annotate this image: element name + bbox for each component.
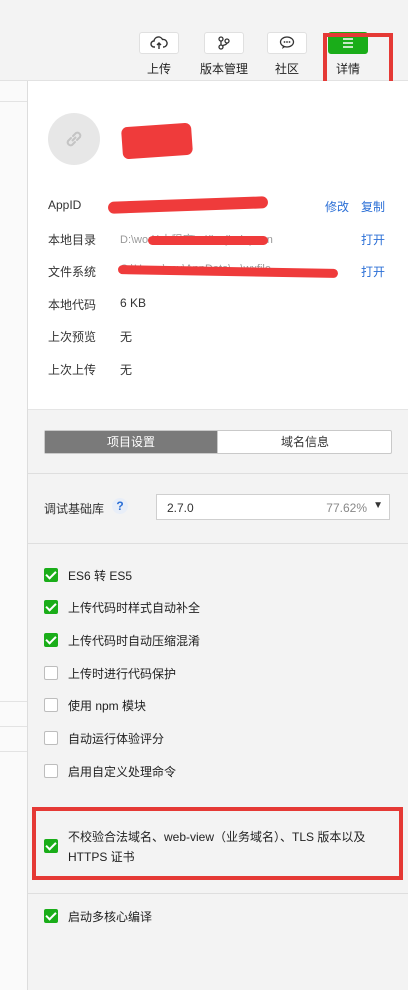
debug-lib-version: 2.7.0 xyxy=(167,501,194,515)
cloud-upload-icon xyxy=(139,32,179,54)
info-row-last-preview: 上次预览 无 xyxy=(48,326,393,346)
checkbox-label: ES6 转 ES5 xyxy=(68,569,133,583)
open-file-system-link[interactable]: 打开 xyxy=(361,263,385,280)
community-label: 社区 xyxy=(274,62,299,76)
info-key: 上次上传 xyxy=(48,363,97,377)
checkbox-npm[interactable] xyxy=(44,698,58,712)
checkbox-label: 上传代码时自动压缩混淆 xyxy=(68,634,201,648)
info-key: 文件系统 xyxy=(48,265,97,279)
checkbox-auto-audit[interactable] xyxy=(44,731,58,745)
project-avatar xyxy=(48,113,100,165)
tab-project-settings[interactable]: 项目设置 xyxy=(45,431,217,453)
upload-button[interactable]: 上传 xyxy=(131,32,187,77)
info-key: 上次预览 xyxy=(48,330,97,344)
info-row-last-upload: 上次上传 无 xyxy=(48,359,393,379)
version-management-button[interactable]: 版本管理 xyxy=(196,32,252,77)
redacted-project-name xyxy=(120,122,194,160)
redacted-local-dir xyxy=(148,236,268,245)
checkbox-multicore-compile[interactable] xyxy=(44,909,58,923)
copy-appid-link[interactable]: 复制 xyxy=(361,198,385,215)
info-key: 本地目录 xyxy=(48,233,97,247)
checkbox-label: 上传时进行代码保护 xyxy=(68,667,177,681)
top-toolbar: 上传 版本管理 社区 详情 xyxy=(0,0,408,93)
chevron-down-icon: ▼ xyxy=(373,500,383,511)
checkbox-es6-to-es5[interactable] xyxy=(44,568,58,582)
tab-domain-info[interactable]: 域名信息 xyxy=(217,431,392,453)
info-row-local-code: 本地代码 6 KB xyxy=(48,294,393,314)
info-key: 本地代码 xyxy=(48,298,97,312)
chat-bubble-icon xyxy=(267,32,307,54)
checkbox-label: 使用 npm 模块 xyxy=(68,699,147,713)
details-panel: AppID 修改 复制 本地目录 D:\work\小程序\...\liaojia… xyxy=(28,81,408,990)
upload-label: 上传 xyxy=(146,62,171,76)
debug-lib-coverage: 77.62% xyxy=(326,501,367,515)
info-value: 无 xyxy=(120,363,133,377)
checkbox-label: 启动多核心编译 xyxy=(68,910,153,924)
editor-pane xyxy=(0,81,28,990)
community-button[interactable]: 社区 xyxy=(259,32,315,77)
link-icon xyxy=(66,131,82,147)
open-local-dir-link[interactable]: 打开 xyxy=(361,231,385,248)
version-management-label: 版本管理 xyxy=(199,62,248,76)
settings-tabs: 项目设置 域名信息 xyxy=(44,430,392,454)
checkbox-label: 不校验合法域名、web-view（业务域名）、TLS 版本以及 HTTPS 证书 xyxy=(68,830,366,864)
debug-lib-select[interactable]: 2.7.0 77.62% ▼ xyxy=(156,494,390,520)
divider xyxy=(28,543,408,544)
modify-appid-link[interactable]: 修改 xyxy=(325,198,349,215)
project-info-card: AppID 修改 复制 本地目录 D:\work\小程序\...\liaojia… xyxy=(28,81,408,410)
checkbox-label: 启用自定义处理命令 xyxy=(68,765,177,779)
checkbox-label: 上传代码时样式自动补全 xyxy=(68,601,201,615)
divider xyxy=(28,473,408,474)
divider xyxy=(28,893,408,894)
checkbox-minify[interactable] xyxy=(44,633,58,647)
help-icon[interactable]: ? xyxy=(112,498,128,514)
info-value: 6 KB xyxy=(120,296,147,310)
checkbox-code-protection[interactable] xyxy=(44,666,58,680)
checkbox-skip-domain-check[interactable] xyxy=(44,839,58,853)
info-value: 无 xyxy=(120,330,133,344)
branch-icon xyxy=(204,32,244,54)
checkbox-style-autocomplete[interactable] xyxy=(44,600,58,614)
debug-lib-label: 调试基础库 xyxy=(44,502,105,516)
info-key: AppID xyxy=(48,198,82,212)
checkbox-custom-command[interactable] xyxy=(44,764,58,778)
checkbox-label: 自动运行体验评分 xyxy=(68,732,165,746)
